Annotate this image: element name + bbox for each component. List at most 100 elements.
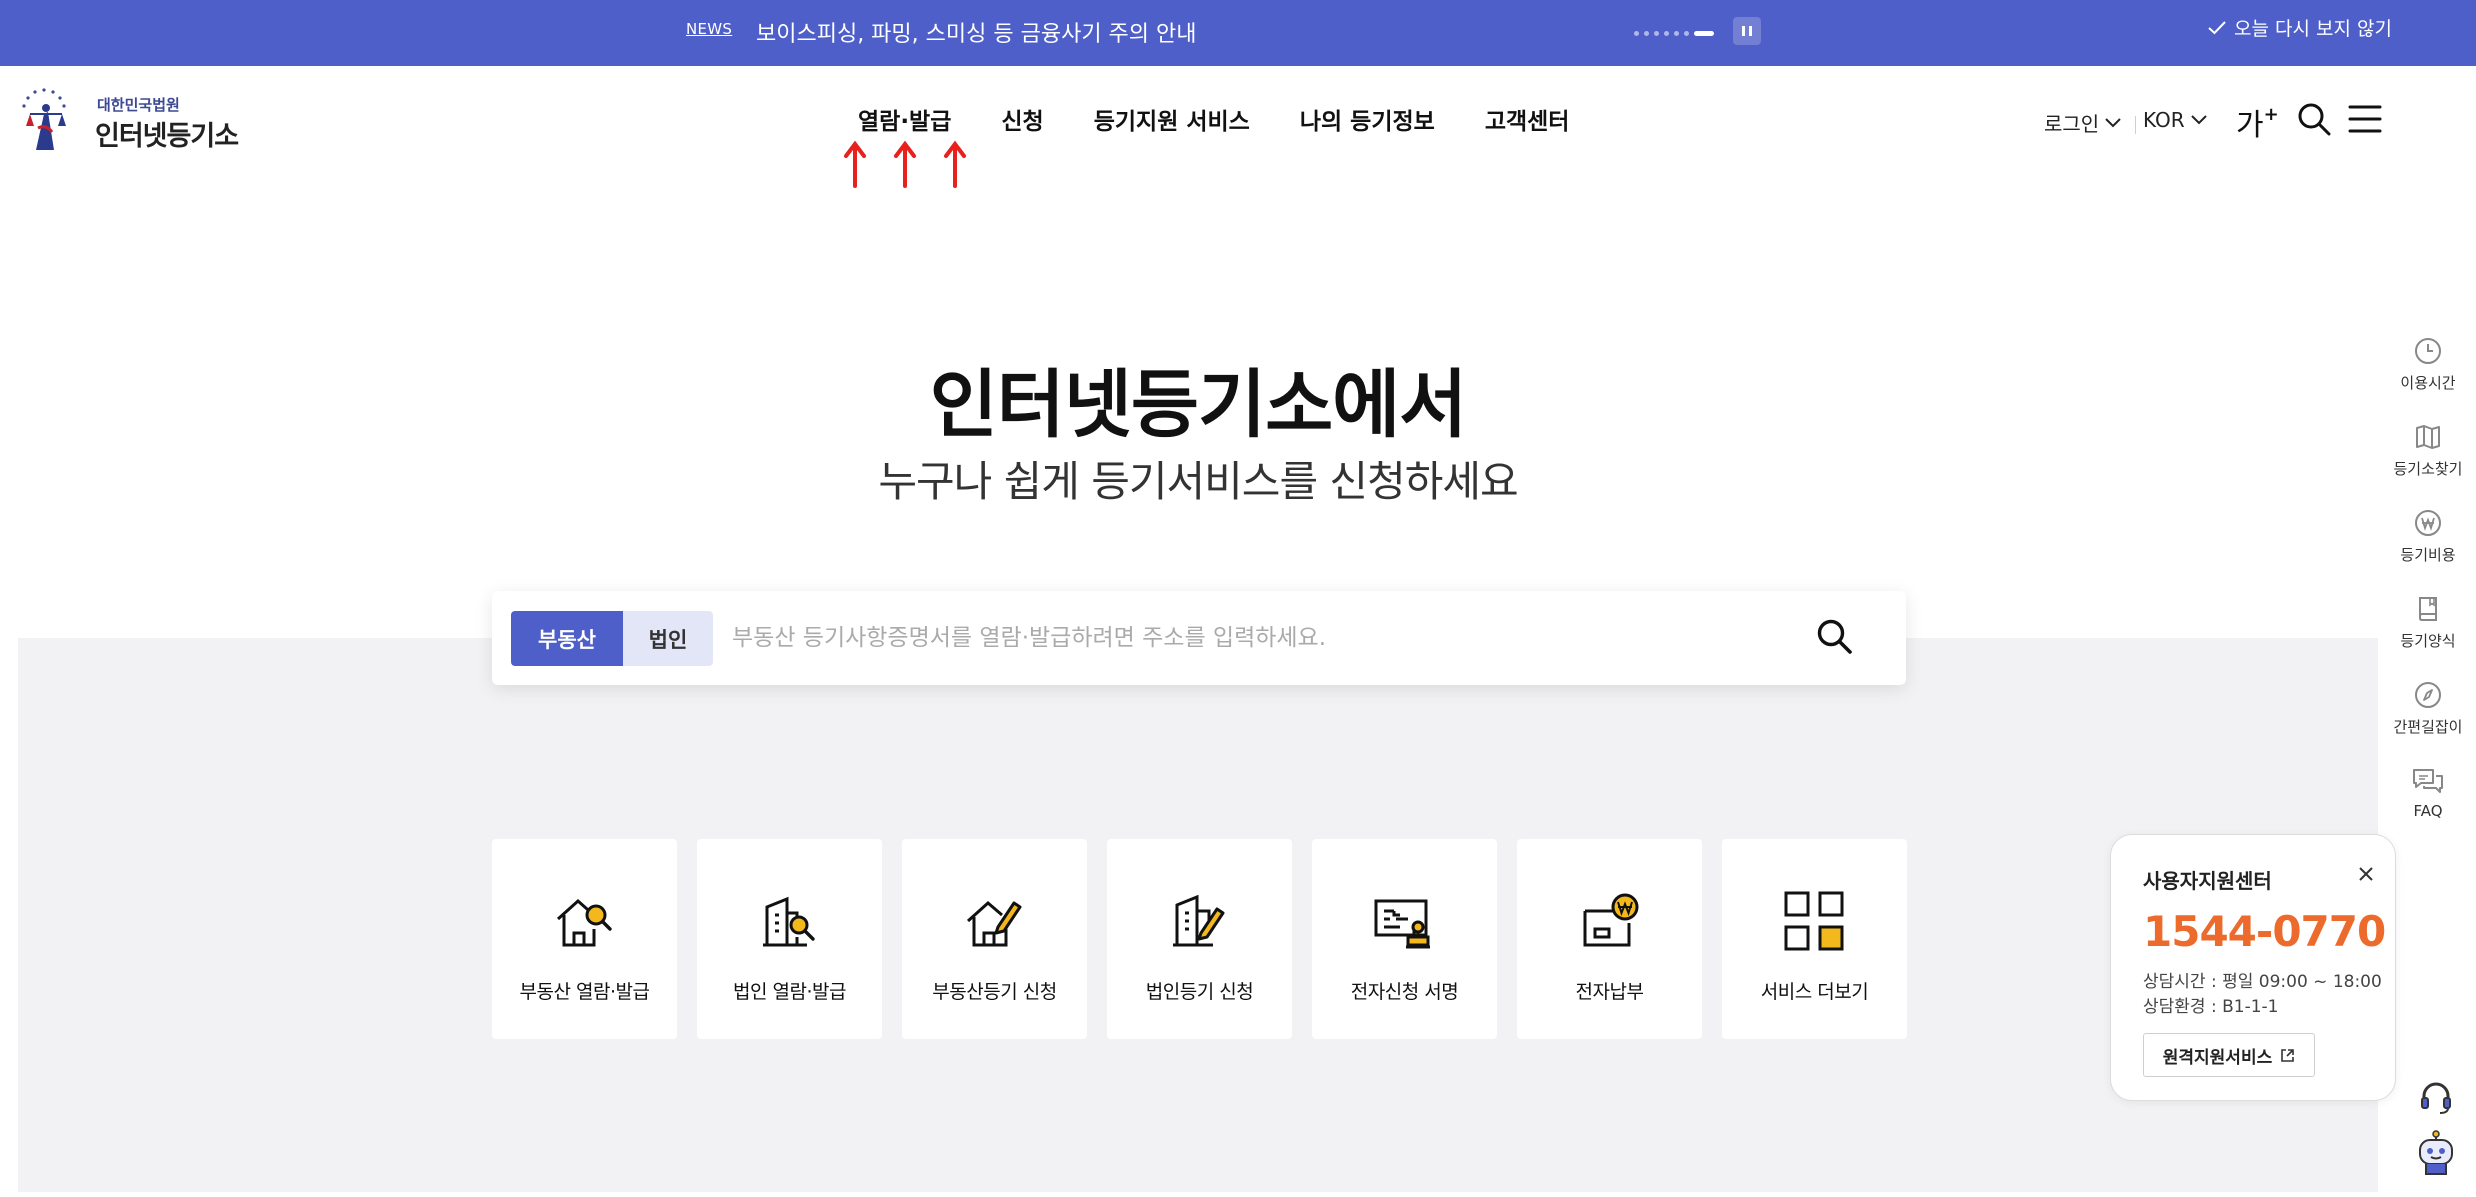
news-tag[interactable]: NEWS [686,20,732,38]
nav-item-support-service[interactable]: 등기지원 서비스 [1094,102,1250,136]
close-icon[interactable] [2357,865,2375,883]
service-card-label: 서비스 더보기 [1760,981,1869,1003]
service-card-label: 법인등기 신청 [1145,981,1254,1003]
util-divider [2135,116,2136,134]
headset-icon[interactable] [2418,1080,2454,1116]
quick-item-label: 등기비용 [2400,546,2456,564]
main-navigation: 열람·발급 신청 등기지원 서비스 나의 등기정보 고객센터 [858,102,1619,136]
house-edit-icon [966,901,1022,947]
hero-title: 인터넷등기소에서 [929,362,1468,448]
quick-item-faq[interactable]: FAQ [2386,766,2470,848]
quick-item-guide[interactable]: 간편길잡이 [2386,680,2470,762]
quick-item-find-office[interactable]: 등기소찾기 [2386,422,2470,504]
pause-icon [1742,26,1745,36]
search-type-toggle: 부동산 법인 [511,611,713,666]
service-card-label: 법인 열람·발급 [733,981,846,1003]
login-button[interactable]: 로그인 [2044,108,2121,137]
nav-item-customer-center[interactable]: 고객센터 [1485,102,1570,136]
tab-real-estate[interactable]: 부동산 [511,611,623,666]
quick-item-label: 이용시간 [2400,374,2456,392]
service-card-real-estate-apply[interactable]: 부동산등기 신청 [902,839,1087,1039]
building-search-icon [763,896,815,947]
nav-item-view-issue[interactable]: 열람·발급 [858,102,951,136]
news-dot[interactable] [1664,30,1669,36]
support-hours: 상담시간 : 평일 09:00 ~ 18:00 [2143,972,2382,992]
quick-item-forms[interactable]: 등기양식 [2386,594,2470,676]
grid-more-icon [1784,891,1844,951]
service-card-label: 부동산등기 신청 [932,981,1057,1003]
service-card-real-estate-view[interactable]: 부동산 열람·발급 [492,839,677,1039]
quick-item-label: 등기소찾기 [2393,460,2463,478]
service-card-label: 전자신청 서명 [1350,981,1459,1003]
chatbot-icon[interactable] [2414,1130,2458,1180]
compass-icon [2415,682,2441,708]
service-card-corporation-view[interactable]: 법인 열람·발급 [697,839,882,1039]
quick-menu: 이용시간 등기소찾기 등기비용 등기양식 간편길잡이 FAQ [2386,332,2470,848]
news-pause-button[interactable] [1733,17,1761,45]
remote-support-label: 원격지원서비스 [2162,1047,2273,1068]
news-dot[interactable] [1654,30,1659,36]
chevron-down-icon [2190,115,2207,125]
quick-item-label: FAQ [2413,802,2443,820]
check-icon [2208,20,2226,34]
service-cards: 부동산 열람·발급 법인 열람·발급 부동산등기 신청 법인등기 신청 전자신청… [492,839,1907,1039]
news-dot-active[interactable] [1694,30,1714,36]
chat-bubbles-icon [2413,769,2443,793]
support-phone[interactable]: 1544-0770 [2143,907,2386,956]
registry-search-box: 부동산 법인 [492,591,1906,685]
logo-title: 인터넷등기소 [95,121,239,152]
book-icon [2419,597,2437,621]
font-size-plus: + [2263,104,2279,125]
quick-item-label: 간편길잡이 [2393,718,2463,736]
nav-item-apply[interactable]: 신청 [1001,102,1043,136]
dismiss-label: 오늘 다시 보지 않기 [2234,18,2392,40]
chevron-down-icon [2105,117,2121,127]
language-label: KOR [2143,108,2185,132]
news-pagination[interactable] [1634,29,1714,37]
external-link-icon [2281,1048,2295,1062]
document-stamp-icon [1374,899,1430,949]
tab-corporation[interactable]: 법인 [623,611,713,666]
won-coin-icon [2415,510,2441,536]
dismiss-today-button[interactable]: 오늘 다시 보지 않기 [2208,14,2392,41]
search-icon[interactable] [1816,618,1854,656]
quick-item-hours[interactable]: 이용시간 [2386,336,2470,418]
service-card-more[interactable]: 서비스 더보기 [1722,839,1907,1039]
court-logo-icon [22,88,66,150]
news-headline[interactable]: 보이스피싱, 파밍, 스미싱 등 금융사기 주의 안내 [756,16,1197,48]
support-environment: 상담환경 : B1-1-1 [2143,997,2279,1017]
font-size-label: 가 [2236,108,2264,143]
hamburger-menu-icon[interactable] [2348,104,2382,134]
hero-subtitle: 누구나 쉽게 등기서비스를 신청하세요 [878,457,1518,506]
news-dot[interactable] [1674,30,1679,36]
news-bar: NEWS 보이스피싱, 파밍, 스미싱 등 금융사기 주의 안내 오늘 다시 보… [0,0,2476,66]
service-card-e-payment[interactable]: 전자납부 [1517,839,1702,1039]
site-logo[interactable]: 대한민국법원 인터넷등기소 [18,84,248,156]
login-label: 로그인 [2044,112,2100,136]
service-card-corporation-apply[interactable]: 법인등기 신청 [1107,839,1292,1039]
address-search-input[interactable] [732,615,1732,661]
support-title: 사용자지원센터 [2143,869,2272,893]
logo-subtitle: 대한민국법원 [97,96,180,114]
service-card-label: 전자납부 [1575,981,1644,1003]
search-icon[interactable] [2297,102,2331,136]
red-arrow-icon [844,140,966,188]
support-center-popup: 사용자지원센터 1544-0770 상담시간 : 평일 09:00 ~ 18:0… [2110,834,2396,1101]
font-size-button[interactable]: 가+ [2236,100,2279,144]
pause-icon-bar [1749,26,1752,36]
house-search-icon [556,898,612,947]
won-payment-icon [1583,893,1639,947]
service-card-e-sign[interactable]: 전자신청 서명 [1312,839,1497,1039]
news-dot[interactable] [1634,30,1639,36]
clock-icon [2415,338,2441,364]
language-select[interactable]: KOR [2143,108,2207,132]
remote-support-button[interactable]: 원격지원서비스 [2143,1033,2315,1077]
building-edit-icon [1173,894,1225,947]
news-dot[interactable] [1644,30,1649,36]
quick-item-fees[interactable]: 등기비용 [2386,508,2470,590]
quick-item-label: 등기양식 [2400,632,2456,650]
service-card-label: 부동산 열람·발급 [519,981,650,1003]
nav-item-my-registry[interactable]: 나의 등기정보 [1300,102,1435,136]
news-dot[interactable] [1684,30,1689,36]
map-icon [2416,425,2440,449]
